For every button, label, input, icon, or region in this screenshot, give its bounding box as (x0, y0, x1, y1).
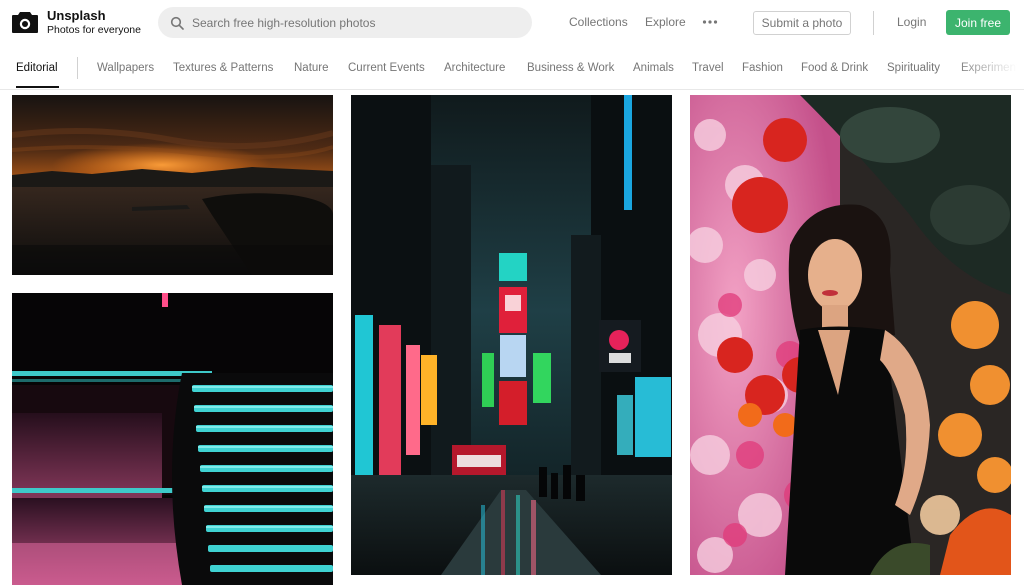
photo-sunset-sea-image (12, 95, 333, 275)
tab-experiments[interactable]: Experiments (961, 62, 1024, 74)
tab-animals[interactable]: Animals (633, 62, 674, 74)
nav-explore-link[interactable]: Explore (645, 15, 686, 29)
header-divider (873, 11, 874, 35)
tab-fashion[interactable]: Fashion (742, 62, 783, 74)
brand-tagline: Photos for everyone (47, 24, 141, 36)
submit-photo-button[interactable]: Submit a photo (753, 11, 851, 35)
tab-business-work[interactable]: Business & Work (527, 62, 614, 74)
brand-name: Unsplash (47, 8, 106, 23)
photo-neon-building[interactable] (12, 293, 333, 585)
join-free-button[interactable]: Join free (946, 10, 1010, 35)
search-icon[interactable] (170, 16, 184, 30)
photo-times-square-image (351, 95, 672, 575)
search-input[interactable] (192, 7, 532, 38)
photo-sunset-sea[interactable] (12, 95, 333, 275)
tab-travel[interactable]: Travel (692, 62, 724, 74)
tab-textures-patterns[interactable]: Textures & Patterns (173, 62, 273, 74)
tab-current-events[interactable]: Current Events (348, 62, 425, 74)
photo-woman-flowers-image (690, 95, 1011, 575)
topic-divider (77, 57, 78, 79)
tab-food-drink[interactable]: Food & Drink (801, 62, 868, 74)
tab-architecture[interactable]: Architecture (444, 62, 505, 74)
topic-bar: Editorial Wallpapers Textures & Patterns… (0, 45, 1024, 90)
photo-woman-flowers[interactable] (690, 95, 1011, 575)
top-navbar: Unsplash Photos for everyone Collections… (0, 0, 1024, 45)
search-bar[interactable] (158, 7, 532, 38)
tab-editorial[interactable]: Editorial (16, 62, 58, 74)
more-horizontal-icon[interactable] (702, 15, 718, 29)
active-tab-underline (16, 86, 59, 88)
unsplash-logo[interactable]: Unsplash Photos for everyone (12, 9, 141, 36)
tab-wallpapers[interactable]: Wallpapers (97, 62, 154, 74)
tab-nature[interactable]: Nature (294, 62, 329, 74)
tab-spirituality[interactable]: Spirituality (887, 62, 940, 74)
nav-collections-link[interactable]: Collections (569, 15, 628, 29)
photo-neon-building-image (12, 293, 333, 585)
camera-icon (12, 12, 38, 34)
login-link[interactable]: Login (897, 15, 926, 29)
photo-times-square[interactable] (351, 95, 672, 575)
